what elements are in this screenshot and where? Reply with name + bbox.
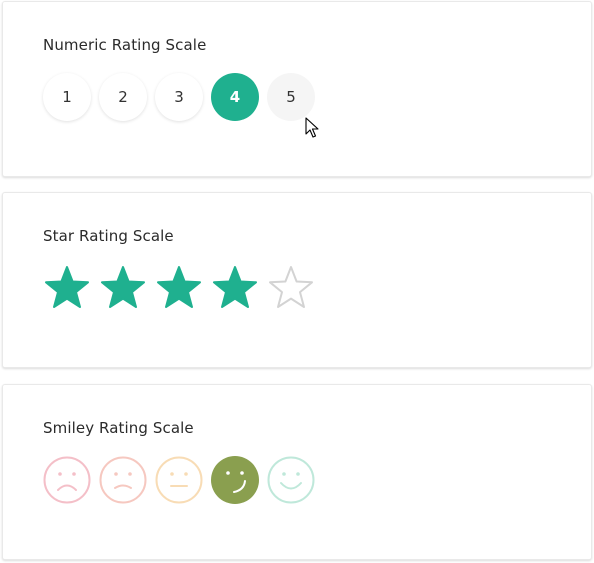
rating-option-1[interactable]: 1 xyxy=(43,73,91,121)
rating-option-2[interactable]: 2 xyxy=(99,73,147,121)
sad-face-icon xyxy=(99,456,147,504)
neutral-face-icon xyxy=(155,456,203,504)
star-rating-5[interactable] xyxy=(267,264,315,312)
star-rating-title: Star Rating Scale xyxy=(43,227,174,245)
happy-face-icon xyxy=(267,456,315,504)
rating-option-4[interactable]: 4 xyxy=(211,73,259,121)
star-rating-options xyxy=(43,264,315,312)
mouse-pointer-icon xyxy=(305,117,319,138)
rating-scales-page: Numeric Rating Scale 1 2 3 4 5 Star Rati… xyxy=(0,0,594,563)
smiley-rating-5[interactable] xyxy=(267,456,315,504)
numeric-rating-card: Numeric Rating Scale 1 2 3 4 5 xyxy=(2,1,592,177)
very-sad-face-icon xyxy=(43,456,91,504)
smiling-face-icon xyxy=(211,456,259,504)
rating-option-3[interactable]: 3 xyxy=(155,73,203,121)
star-filled-icon xyxy=(101,266,145,308)
star-rating-card: Star Rating Scale xyxy=(2,192,592,368)
star-rating-4[interactable] xyxy=(211,264,259,312)
star-filled-icon xyxy=(213,266,257,308)
star-rating-1[interactable] xyxy=(43,264,91,312)
numeric-rating-title: Numeric Rating Scale xyxy=(43,36,207,54)
star-outline-icon xyxy=(269,266,313,308)
numeric-rating-options: 1 2 3 4 5 xyxy=(43,73,315,121)
smiley-rating-options xyxy=(43,456,315,504)
star-rating-3[interactable] xyxy=(155,264,203,312)
star-filled-icon xyxy=(157,266,201,308)
rating-option-5[interactable]: 5 xyxy=(267,73,315,121)
smiley-rating-3[interactable] xyxy=(155,456,203,504)
star-filled-icon xyxy=(45,266,89,308)
smiley-rating-card: Smiley Rating Scale xyxy=(2,384,592,560)
smiley-rating-1[interactable] xyxy=(43,456,91,504)
star-rating-2[interactable] xyxy=(99,264,147,312)
smiley-rating-title: Smiley Rating Scale xyxy=(43,419,194,437)
smiley-rating-4[interactable] xyxy=(211,456,259,504)
smiley-rating-2[interactable] xyxy=(99,456,147,504)
